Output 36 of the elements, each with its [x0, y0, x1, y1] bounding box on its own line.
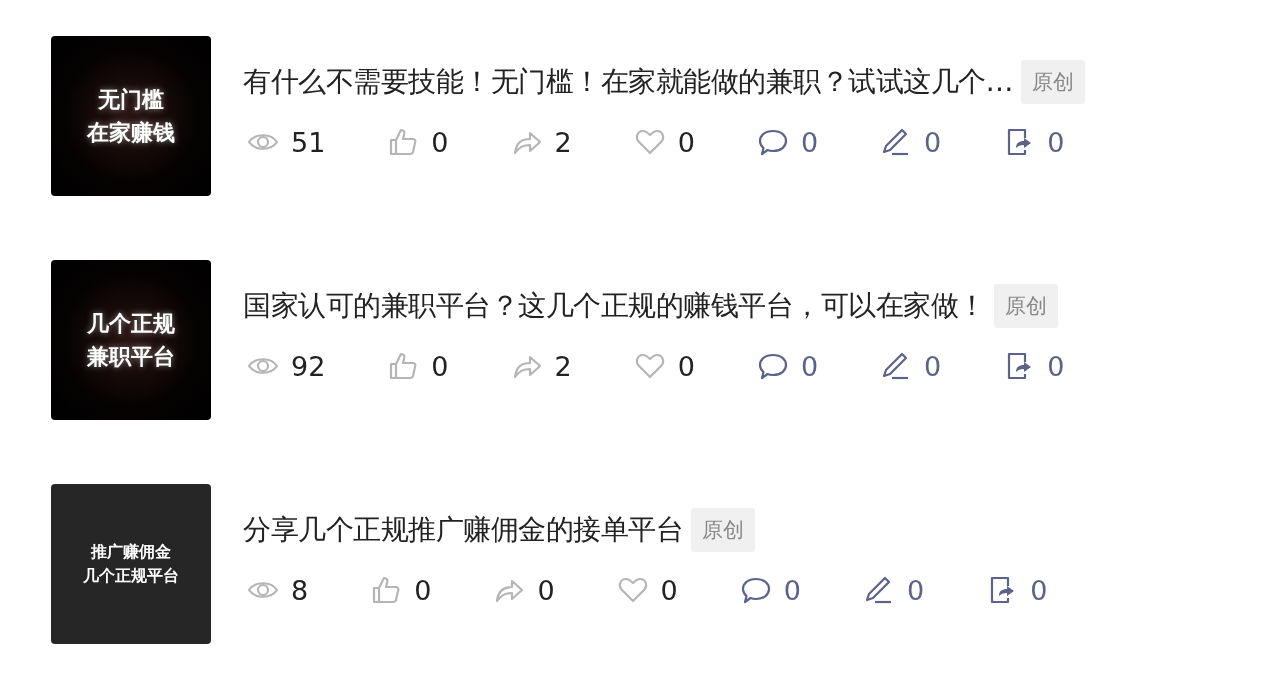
edits-count: 0 [924, 126, 942, 158]
likes-count: 0 [414, 574, 432, 606]
original-badge: 原创 [1021, 60, 1085, 104]
original-badge: 原创 [691, 508, 755, 552]
cover-text: 无门槛 [98, 85, 164, 113]
views-count: 8 [291, 574, 309, 606]
exports-count: 0 [1047, 126, 1065, 158]
views-count: 92 [291, 350, 326, 382]
edits-count: 0 [924, 350, 942, 382]
cover-text: 在家赚钱 [87, 119, 175, 147]
likes-count: 0 [431, 126, 449, 158]
cover-image[interactable]: 几个正规 兼职平台 [51, 260, 211, 420]
cover-text: 推广赚佣金 [91, 542, 171, 562]
shares-count: 2 [554, 126, 572, 158]
article-title[interactable]: 国家认可的兼职平台？这几个正规的赚钱平台，可以在家做！ [243, 287, 986, 325]
comments-count: 0 [800, 126, 819, 158]
likes-count: 0 [431, 350, 449, 382]
exports-count: 0 [1030, 574, 1048, 606]
shares-count: 0 [537, 574, 555, 606]
original-badge: 原创 [993, 284, 1058, 328]
cover-text: 几个正规 [87, 309, 175, 337]
views-count: 51 [291, 126, 326, 158]
edits-count: 0 [906, 574, 925, 606]
shares-count: 2 [554, 350, 572, 382]
cover-text: 几个正规平台 [83, 566, 179, 586]
cover-image[interactable]: 无门槛 在家赚钱 [51, 36, 211, 196]
exports-count: 0 [1047, 350, 1065, 382]
favorites-count: 0 [677, 126, 695, 158]
cover-text: 兼职平台 [87, 343, 175, 371]
article-title[interactable]: 有什么不需要技能！无门槛！在家就能做的兼职？试试这几个… [243, 63, 1013, 101]
cover-image[interactable]: 推广赚佣金 几个正规平台 [51, 484, 211, 644]
comments-count: 0 [783, 574, 801, 606]
comments-count: 0 [800, 350, 819, 382]
article-title[interactable]: 分享几个正规推广赚佣金的接单平台 [243, 511, 683, 549]
favorites-count: 0 [660, 574, 678, 606]
favorites-count: 0 [677, 350, 695, 382]
